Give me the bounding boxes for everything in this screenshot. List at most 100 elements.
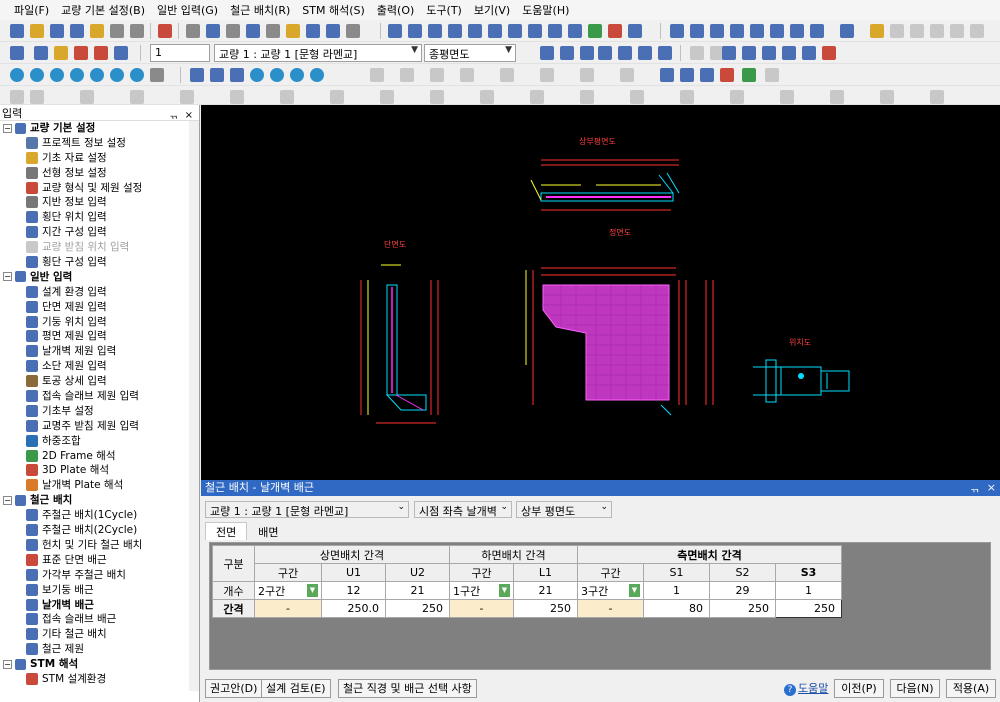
- view-8-icon[interactable]: [528, 24, 542, 38]
- bridge-select-combo[interactable]: 교량 1 : 교량 1 [문형 라멘교] ▼: [214, 44, 422, 62]
- tool-9-icon[interactable]: [840, 24, 854, 38]
- zoom-realtime-icon[interactable]: [130, 68, 144, 82]
- cell-s3-spacing[interactable]: 250: [775, 599, 842, 618]
- cell-u2-spacing[interactable]: 250: [385, 599, 450, 618]
- arrow-tool-icon[interactable]: [782, 46, 796, 60]
- print-preview-icon[interactable]: [130, 24, 144, 38]
- new-file-icon[interactable]: [10, 24, 24, 38]
- tree-item[interactable]: 표준 단면 배근: [0, 553, 199, 568]
- tree-group[interactable]: − STM 해석: [0, 657, 199, 672]
- cell-s3-count[interactable]: 1: [775, 581, 842, 600]
- tree-item[interactable]: 접속 슬래브 제원 입력: [0, 389, 199, 404]
- tree-item[interactable]: 헌치 및 기타 철근 배치: [0, 538, 199, 553]
- checkbox-icon[interactable]: [10, 46, 24, 60]
- refresh-icon[interactable]: [346, 24, 360, 38]
- print-icon[interactable]: [110, 24, 124, 38]
- tree-item[interactable]: 소단 제원 입력: [0, 359, 199, 374]
- paste-icon[interactable]: [226, 24, 240, 38]
- prev-button[interactable]: 이전(P): [834, 679, 884, 698]
- menu-view[interactable]: 보기(V): [474, 2, 510, 18]
- prev-step-icon[interactable]: [246, 24, 260, 38]
- cross-icon[interactable]: [230, 68, 244, 82]
- tree-item[interactable]: 가각부 주철근 배치: [0, 568, 199, 583]
- cell-u1-count[interactable]: 12: [321, 581, 386, 600]
- bridge-3-icon[interactable]: [74, 46, 88, 60]
- tool-5-icon[interactable]: [750, 24, 764, 38]
- menu-stm[interactable]: STM 해석(S): [302, 2, 365, 18]
- panel-scrollbar[interactable]: [189, 121, 199, 691]
- pin-icon[interactable]: ᆩ: [169, 110, 178, 121]
- pan-hand-icon[interactable]: [150, 68, 164, 82]
- cell-s1-count[interactable]: 1: [643, 581, 710, 600]
- zoom-window-icon[interactable]: [50, 68, 64, 82]
- tool-13-icon[interactable]: [930, 24, 944, 38]
- dialog-side-combo[interactable]: 시점 좌측 날개벽 ⌄: [414, 501, 512, 518]
- tool-2-icon[interactable]: [690, 24, 704, 38]
- layer-icon[interactable]: [722, 46, 736, 60]
- collapse-toggle-icon[interactable]: −: [3, 659, 12, 669]
- tree-item[interactable]: 주철근 배치(2Cycle): [0, 523, 199, 538]
- tree-item[interactable]: 기둥 위치 입력: [0, 315, 199, 330]
- tree-item[interactable]: 프로젝트 정보 설정: [0, 136, 199, 151]
- tree-item[interactable]: 날개벽 배근: [0, 598, 199, 613]
- dimension-icon[interactable]: [742, 46, 756, 60]
- polyline-icon[interactable]: [210, 68, 224, 82]
- view-10-icon[interactable]: [568, 24, 582, 38]
- tree-item[interactable]: 하중조합: [0, 434, 199, 449]
- tool-4-icon[interactable]: [730, 24, 744, 38]
- help-link[interactable]: ? 도움말: [784, 680, 828, 696]
- tool-11-icon[interactable]: [890, 24, 904, 38]
- menu-bridge-setup[interactable]: 교량 기본 설정(B): [61, 2, 145, 18]
- tree-item[interactable]: 단면 제원 입력: [0, 300, 199, 315]
- prev-icon[interactable]: [560, 46, 574, 60]
- cell-s1-spacing[interactable]: 80: [643, 599, 710, 618]
- drawing-canvas[interactable]: 상부평면도 정면도 단면도 위치도: [201, 105, 1000, 480]
- copy-icon[interactable]: [206, 24, 220, 38]
- undo-icon[interactable]: [306, 24, 320, 38]
- view-11-icon[interactable]: [588, 24, 602, 38]
- cell-s2-spacing[interactable]: 250: [709, 599, 776, 618]
- stop-icon[interactable]: [720, 68, 734, 82]
- dropdown-arrow-icon[interactable]: ▼: [629, 584, 640, 597]
- dialog-bridge-combo[interactable]: 교량 1 : 교량 1 [문형 라멘교] ⌄: [205, 501, 409, 518]
- cell-l1-spacing[interactable]: 250: [513, 599, 578, 618]
- zoom-out-icon[interactable]: [30, 68, 44, 82]
- menu-file[interactable]: 파일(F): [14, 2, 49, 18]
- zoom-previous-icon[interactable]: [110, 68, 124, 82]
- delete-icon[interactable]: [158, 24, 172, 38]
- circle-icon[interactable]: [250, 68, 264, 82]
- zoom-all-icon[interactable]: [70, 68, 84, 82]
- first-icon[interactable]: [540, 46, 554, 60]
- save-icon[interactable]: [50, 24, 64, 38]
- redo-icon[interactable]: [326, 24, 340, 38]
- tree-item[interactable]: 3D Plate 해석: [0, 463, 199, 478]
- export-icon[interactable]: [90, 24, 104, 38]
- tree-item[interactable]: 교량 형식 및 제원 설정: [0, 181, 199, 196]
- view-select-combo[interactable]: 종평면도 ▼: [424, 44, 516, 62]
- collapse-toggle-icon[interactable]: −: [3, 123, 12, 133]
- cell-u2-count[interactable]: 21: [385, 581, 450, 600]
- rebar-options-button[interactable]: 철근 직경 및 배근 선택 사항: [338, 679, 477, 698]
- tree-item[interactable]: 날개벽 Plate 해석: [0, 478, 199, 493]
- zoom-extents-icon[interactable]: [90, 68, 104, 82]
- tool-14-icon[interactable]: [950, 24, 964, 38]
- view-12-icon[interactable]: [608, 24, 622, 38]
- arc-icon[interactable]: [290, 68, 304, 82]
- tree-item[interactable]: 횡단 위치 입력: [0, 210, 199, 225]
- view-13-icon[interactable]: [628, 24, 642, 38]
- dropdown-arrow-icon[interactable]: ▼: [307, 584, 318, 597]
- tree-item[interactable]: 2D Frame 해석: [0, 449, 199, 464]
- grid-icon[interactable]: [660, 68, 674, 82]
- view-6-icon[interactable]: [488, 24, 502, 38]
- view-7-icon[interactable]: [508, 24, 522, 38]
- collapse-toggle-icon[interactable]: −: [3, 495, 12, 505]
- print-current-icon[interactable]: [598, 46, 612, 60]
- cut-icon[interactable]: [186, 24, 200, 38]
- line-icon[interactable]: [190, 68, 204, 82]
- dropdown-arrow-icon[interactable]: ▼: [499, 584, 510, 597]
- tree-item[interactable]: 주철근 배치(1Cycle): [0, 508, 199, 523]
- cell-u1-spacing[interactable]: 250.0: [321, 599, 386, 618]
- tab-front[interactable]: 전면: [205, 522, 248, 540]
- tree-item[interactable]: 평면 제원 입력: [0, 329, 199, 344]
- tree-item[interactable]: 토공 상세 입력: [0, 374, 199, 389]
